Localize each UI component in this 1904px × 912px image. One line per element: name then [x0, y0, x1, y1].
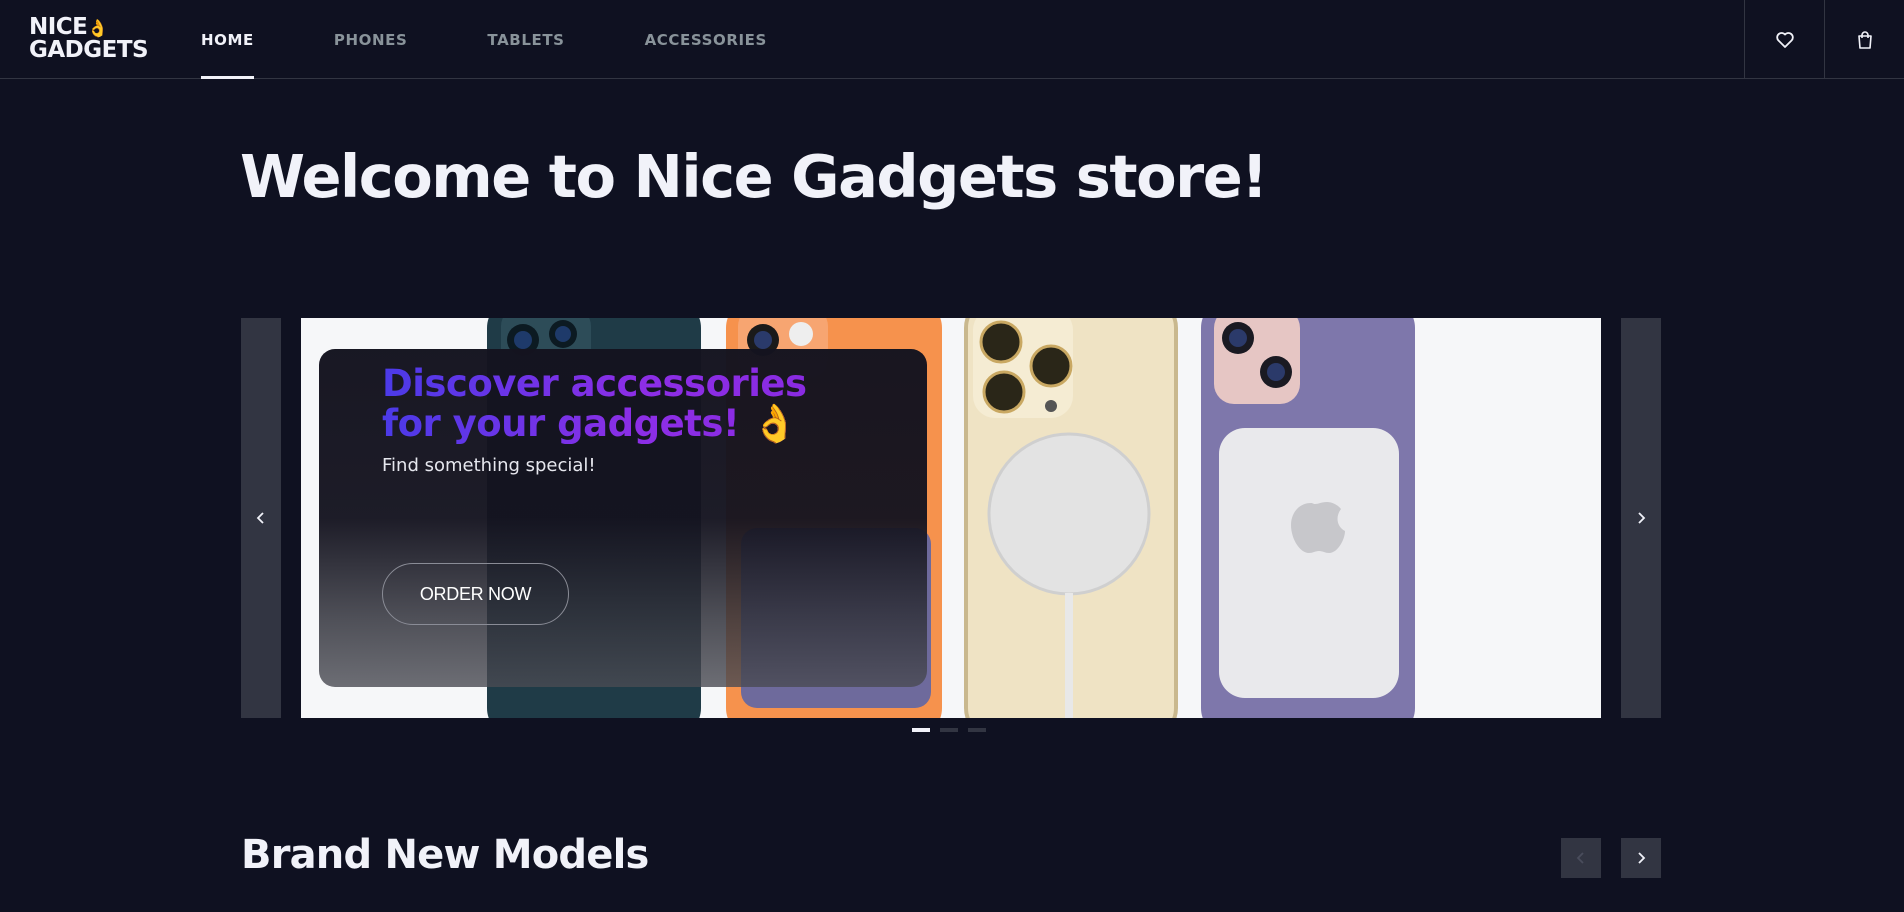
- chevron-right-icon: [1638, 852, 1646, 864]
- section-title: Brand New Models: [241, 832, 649, 878]
- nav-item-accessories[interactable]: ACCESSORIES: [645, 0, 767, 79]
- shopping-bag-icon: [1857, 30, 1872, 49]
- promo-title-line1: Discover accessories: [382, 362, 807, 405]
- models-next-button[interactable]: [1621, 838, 1661, 878]
- chevron-left-icon: [256, 512, 264, 524]
- models-prev-button[interactable]: [1561, 838, 1601, 878]
- promo-subtitle: Find something special!: [382, 455, 596, 476]
- promo-card: Discover accessories for your gadgets! 👌…: [319, 349, 927, 687]
- header-actions: [1744, 0, 1904, 79]
- slider-pagination: [912, 728, 986, 732]
- slide-dot-1[interactable]: [912, 728, 930, 732]
- slide-dot-2[interactable]: [940, 728, 958, 732]
- ok-hand-emoji: 👌: [87, 19, 109, 39]
- site-header: NICE👌 GADGETS HOME PHONES TABLETS ACCESS…: [0, 0, 1904, 79]
- favorites-button[interactable]: [1744, 0, 1824, 79]
- nav-item-tablets[interactable]: TABLETS: [487, 0, 564, 79]
- cart-button[interactable]: [1824, 0, 1904, 79]
- slider-next-button[interactable]: [1621, 318, 1661, 718]
- logo-text-line2: GADGETS: [29, 37, 149, 63]
- nav-item-home[interactable]: HOME: [201, 0, 254, 79]
- chevron-left-icon: [1576, 852, 1584, 864]
- promo-banner[interactable]: Discover accessories for your gadgets! 👌…: [301, 318, 1601, 718]
- promo-title: Discover accessories for your gadgets! 👌: [382, 364, 807, 444]
- heart-icon: [1775, 31, 1794, 48]
- order-now-button[interactable]: ORDER NOW: [382, 563, 569, 625]
- main-nav: HOME PHONES TABLETS ACCESSORIES: [201, 0, 847, 79]
- promo-title-line2: for your gadgets!: [382, 402, 740, 445]
- logo[interactable]: NICE👌 GADGETS: [29, 16, 149, 63]
- chevron-right-icon: [1638, 512, 1646, 524]
- page-title: Welcome to Nice Gadgets store!: [240, 142, 1268, 211]
- nav-item-phones[interactable]: PHONES: [334, 0, 408, 79]
- slider-prev-button[interactable]: [241, 318, 281, 718]
- slide-dot-3[interactable]: [968, 728, 986, 732]
- ok-hand-emoji: 👌: [751, 402, 798, 445]
